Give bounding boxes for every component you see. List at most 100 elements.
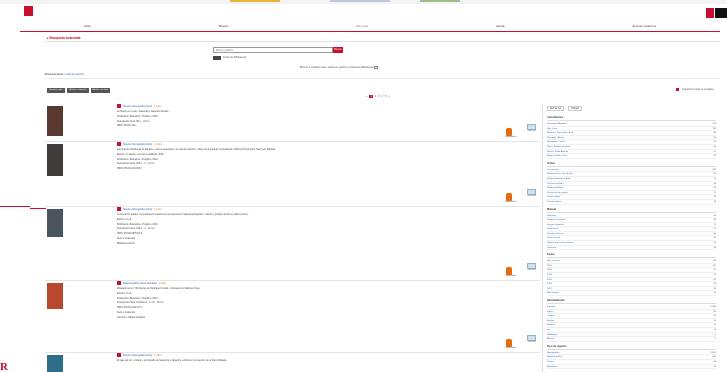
facet-item[interactable]: Literatura 19 <box>547 246 716 251</box>
nav-item[interactable]: Buscar <box>219 24 228 28</box>
facet-item-count: 5 <box>714 338 716 341</box>
record-type-label[interactable]: Material gráfico (Libro ilustrado) <box>123 282 157 285</box>
facet-title: Autor/Autora <box>547 116 716 121</box>
results-summary: Buscar: 1 Palabra clave: ediciones grafi… <box>300 66 379 70</box>
facet-item-count: 86 <box>713 310 716 313</box>
top-stripe <box>230 0 280 2</box>
breadcrumb-item[interactable]: Lista de registros <box>65 73 83 76</box>
facet-item[interactable]: Más antiguo 20 <box>547 291 716 296</box>
record-type-label[interactable]: Novela / Monografía (Libro) <box>123 354 152 357</box>
availability-icon <box>506 339 512 347</box>
page-link[interactable]: 2 <box>375 95 376 98</box>
facet-item[interactable]: Audiolibros 33 <box>547 365 716 370</box>
record-detail-line: Láminas y dibujos infantiles <box>117 316 146 319</box>
facet-item-count: 63 <box>713 182 716 185</box>
nav-item[interactable]: Inicio <box>84 24 91 28</box>
facet-item-label: Más antiguo <box>547 292 559 295</box>
partner-logo[interactable] <box>706 8 714 18</box>
record-detail-line[interactable]: El viaje del sol : el diario y la biogra… <box>117 359 497 364</box>
book-cover-image[interactable] <box>47 144 63 176</box>
resources-label: Recursos <box>528 195 536 197</box>
partner-logo-mark <box>715 8 727 18</box>
facet-sidebar: Refinar por Filtrado Autor/Autora Saaved… <box>542 104 720 372</box>
facet-item-label: Dibujos, ilustración <box>547 219 566 222</box>
facet-title: Fecha <box>547 253 716 259</box>
facet-item-label: Las novelas <box>547 168 559 171</box>
book-cover-image[interactable] <box>47 355 63 372</box>
scope-label: Todas las Bibliotecas <box>223 56 247 59</box>
edit-query-icon[interactable] <box>374 66 379 69</box>
facet-item-count: 94 <box>713 214 716 217</box>
facet-group: Materia Narrativa 94 Dibujos, ilustració… <box>547 208 716 251</box>
facet-item-label: Catalán <box>547 315 555 318</box>
resources-button[interactable]: Recursos <box>526 263 538 273</box>
select-all-label: Seleccionar todo en la página <box>682 88 714 92</box>
resources-button[interactable]: Recursos <box>526 189 538 199</box>
results-summary-text: Buscar: 1 Palabra clave: ediciones grafi… <box>300 66 374 70</box>
nav-item[interactable]: Ayuda <box>496 24 504 28</box>
select-all[interactable]: Seleccionar todo en la página <box>676 88 714 91</box>
record-count: 1 Libro <box>154 104 162 108</box>
facet-item-label: Mercedes, Álvaro <box>547 136 565 139</box>
resources-button[interactable]: Recursos <box>526 124 538 134</box>
nav-item[interactable]: Área de usuario ● <box>632 24 656 28</box>
facet-item-count: 98 <box>713 132 716 135</box>
resources-button[interactable]: Recursos <box>526 335 538 345</box>
result-record: Material gráfico (Libro ilustrado) 1 Lib… <box>45 281 540 353</box>
result-record: Novela / Monografía (Libro) 1 Libro La f… <box>45 207 540 281</box>
tab-refine[interactable]: Refinar por <box>547 106 565 111</box>
facet-item-label: Literatura <box>547 246 557 249</box>
page-link[interactable]: 1 <box>369 95 373 98</box>
facet-item-label: Lengua española <box>547 223 564 226</box>
page-link[interactable]: 4 <box>382 95 383 98</box>
facet-item[interactable]: Alemán 5 <box>547 337 716 342</box>
divider <box>45 78 720 79</box>
page-link[interactable]: 5 <box>385 95 386 98</box>
facet-item-label: El libro del título <box>547 187 563 190</box>
facet-item[interactable]: Diseño gráfico 18 <box>547 200 716 205</box>
record-type-label[interactable]: Novela / Monografía (Libro) <box>123 143 152 146</box>
facet-item-label: Rodríguez, Cecilia <box>547 141 565 144</box>
search-button[interactable]: Buscar <box>333 47 343 53</box>
show-selection-button[interactable]: Mostrar selección <box>67 88 89 93</box>
book-cover-image[interactable] <box>47 209 63 237</box>
record-type-label[interactable]: Novela / Monografía (Libro) <box>123 208 152 211</box>
tab-filter[interactable]: Filtrado <box>568 106 583 111</box>
facet-item-count: 76 <box>713 274 716 277</box>
facet-item-count: 8 <box>714 333 716 336</box>
save-selection-button[interactable]: Guardar selec. <box>47 88 66 93</box>
book-cover-image[interactable] <box>47 283 63 309</box>
record-details: La ficción en el que / Saavedra y Alejan… <box>117 110 497 129</box>
availability-label: Disponibilidad <box>505 201 517 203</box>
search-input[interactable]: Buscar palabra <box>213 47 333 53</box>
availability-button[interactable]: Disponibilidad <box>505 128 516 138</box>
availability-button[interactable]: Disponibilidad <box>505 339 516 349</box>
book-cover-image[interactable] <box>47 106 63 136</box>
facet-item-count: 120 <box>712 123 716 125</box>
page-link[interactable]: 3 <box>378 95 379 98</box>
record-type-label[interactable]: Novela / Monografía (Libro) <box>123 105 152 108</box>
nav-item[interactable]: Mis listas <box>356 24 368 28</box>
facet-item-label: Español <box>547 306 555 308</box>
scope-selector[interactable] <box>213 56 221 60</box>
institution-logo[interactable] <box>24 6 33 16</box>
facet-item-label: Pérez, Rafaela Jiménez <box>547 145 571 148</box>
resources-label: Recursos <box>528 341 536 343</box>
availability-button[interactable]: Disponibilidad <box>505 193 517 203</box>
breadcrumb-item[interactable]: Búsqueda básica <box>45 73 63 76</box>
main-navigation: Inicio Buscar Mis listas Ayuda Área de u… <box>20 22 720 30</box>
checkbox-icon[interactable] <box>676 88 679 91</box>
facet-title: Temas <box>547 162 716 167</box>
facet-item[interactable]: Rubio Castillo, Curro 32 <box>547 154 716 159</box>
facet-item-label: 2013 <box>547 283 552 286</box>
facet-item-label: 2016 <box>547 278 552 281</box>
facet-item-count: 73 <box>713 141 716 144</box>
page-next[interactable]: » <box>388 95 389 98</box>
availability-button[interactable]: Disponibilidad <box>505 267 516 277</box>
facet-item-label: Novela policíaca <box>547 232 564 235</box>
add-to-list-button[interactable]: Añadir a mi lista <box>90 88 111 93</box>
page-prev[interactable]: « <box>366 95 367 98</box>
facet-item-label: Material gráfico <box>547 356 562 359</box>
facet-item-count: 32 <box>713 155 716 158</box>
facet-item-count: 50 <box>713 187 716 190</box>
